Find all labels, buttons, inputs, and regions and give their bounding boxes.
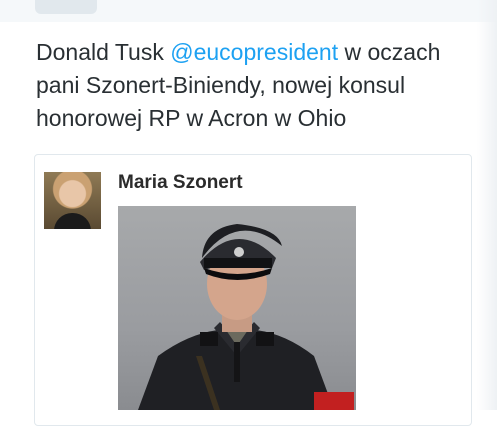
- mention-link[interactable]: @eucopresident: [170, 39, 338, 65]
- tweet-text: Donald Tusk @eucopresident w oczach pani…: [36, 36, 476, 135]
- avatar[interactable]: [44, 172, 101, 229]
- post-photo-illustration: [138, 224, 354, 410]
- right-edge-fade: [477, 0, 497, 410]
- tweet-text-start: Donald Tusk: [36, 39, 171, 65]
- post-photo[interactable]: [118, 206, 356, 410]
- author-name[interactable]: Maria Szonert: [118, 172, 243, 194]
- top-card-edge: [35, 0, 97, 14]
